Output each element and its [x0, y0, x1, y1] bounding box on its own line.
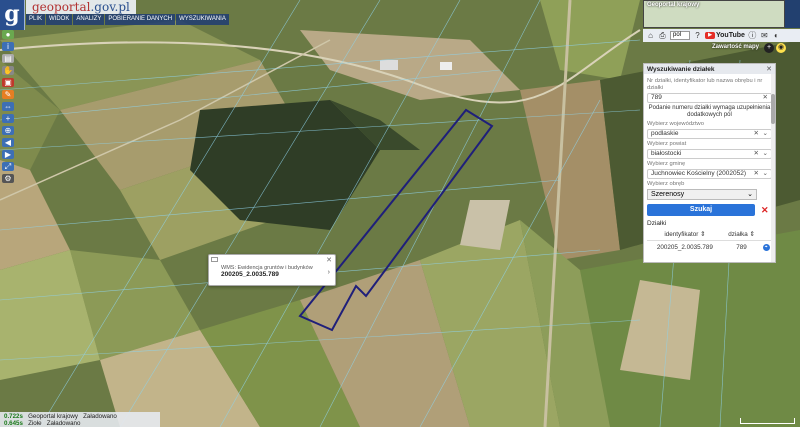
- clear-icon[interactable]: ✕: [754, 150, 759, 158]
- status-bar: 0.722s Geoportal krajowy Załadowano 0.64…: [0, 412, 160, 427]
- panel-title: Wyszukiwanie działek: [644, 64, 775, 74]
- column-dzialka-label: działka: [728, 231, 748, 238]
- popup-header: WMS: Ewidencja gruntów i budynków: [221, 265, 313, 271]
- clear-icon[interactable]: ✕: [763, 94, 768, 102]
- brand-part2: .gov.pl: [90, 0, 130, 14]
- geoportal-logo[interactable]: g: [0, 0, 25, 30]
- menu-wyszukiwania[interactable]: WYSZUKIWANIA: [176, 14, 229, 25]
- print-link-icon[interactable]: ⎙: [658, 31, 667, 40]
- menu-pobieranie-danych[interactable]: POBIERANIE DANYCH: [105, 14, 176, 25]
- info-icon[interactable]: i: [2, 42, 14, 51]
- chevron-down-icon[interactable]: ⌄: [747, 190, 753, 199]
- popup-value: 200205_2.0035.789: [221, 271, 279, 278]
- panel-scrollbar-thumb[interactable]: [771, 94, 775, 124]
- info-link-icon[interactable]: ⓘ: [748, 31, 757, 40]
- status-line-1: 0.722s Geoportal krajowy Załadowano: [4, 413, 156, 420]
- overview-minimap[interactable]: Geoportal krajowy: [643, 0, 785, 28]
- chevron-down-icon[interactable]: ⌄: [763, 170, 768, 178]
- print-icon[interactable]: ▣: [2, 78, 14, 87]
- status-time-1: 0.722s: [4, 413, 23, 420]
- powiat-value: białostocki: [651, 150, 682, 157]
- table-row[interactable]: 200205_2.0035.789 789 ⌖: [647, 241, 772, 254]
- home-icon[interactable]: ●: [2, 30, 14, 39]
- powiat-select[interactable]: białostocki ✕ ⌄: [647, 149, 772, 159]
- parcel-number-value: 789: [651, 94, 662, 101]
- zoom-in-icon[interactable]: +: [2, 114, 14, 123]
- status-name-1: Geoportal krajowy: [28, 413, 78, 420]
- close-icon[interactable]: ✕: [766, 65, 772, 73]
- clear-form-icon[interactable]: ✕: [761, 205, 769, 216]
- measure-icon[interactable]: ✎: [2, 90, 14, 99]
- chevron-down-icon[interactable]: ⌄: [763, 130, 768, 138]
- brand-title[interactable]: geoportal.gov.pl: [26, 0, 136, 14]
- language-select[interactable]: pol: [670, 31, 690, 40]
- clear-icon[interactable]: ✕: [754, 170, 759, 178]
- plus-icon[interactable]: +: [764, 43, 774, 53]
- map-contents-button[interactable]: Zawartość mapy: [712, 44, 759, 50]
- status-time-2: 0.645s: [4, 420, 23, 427]
- cell-dzialka: 789: [736, 243, 747, 251]
- minimap-side-panel: [785, 0, 800, 28]
- chevron-down-icon[interactable]: ⌄: [763, 150, 768, 158]
- gmina-select[interactable]: Juchnowiec Kościelny (2002052) ✕ ⌄: [647, 169, 772, 179]
- youtube-play-icon: ▶: [705, 32, 715, 39]
- layers-icon[interactable]: ▤: [2, 54, 14, 63]
- help-icon[interactable]: ?: [693, 31, 702, 40]
- column-identyfikator-label: identyfikator: [664, 231, 699, 238]
- results-table: identyfikator ⇕ działka ⇕ 200205_2.0035.…: [647, 229, 772, 253]
- wojewodztwo-select[interactable]: podlaskie ✕ ⌄: [647, 129, 772, 139]
- youtube-label: YouTube: [716, 32, 745, 39]
- eye-icon[interactable]: ◉: [776, 43, 786, 53]
- cell-identyfikator: 200205_2.0035.789: [656, 243, 713, 251]
- pan-icon[interactable]: ✋: [2, 66, 14, 75]
- forward-icon[interactable]: ▶: [2, 150, 14, 159]
- youtube-link[interactable]: ▶ YouTube: [705, 32, 745, 39]
- scale-bar: [740, 418, 795, 424]
- collapse-icons: + ◉: [764, 43, 786, 53]
- status-line-2: 0.645s Ziołe Załadowano: [4, 420, 156, 427]
- chevron-right-icon[interactable]: ›: [328, 269, 330, 276]
- gmina-value: Juchnowiec Kościelny (2002052): [651, 170, 747, 177]
- left-toolbar: ● i ▤ ✋ ▣ ✎ ⇔ + ⊕ ◀ ▶ ⤢ ⚙: [2, 30, 15, 183]
- search-button[interactable]: Szukaj: [647, 204, 755, 216]
- menu-analizy[interactable]: ANALIZY: [73, 14, 105, 25]
- accessibility-icon[interactable]: ◐: [772, 31, 781, 40]
- menu-plik[interactable]: PLIK: [26, 14, 46, 25]
- status-state-2: Załadowano: [46, 420, 81, 427]
- fullscreen-icon[interactable]: ⤢: [2, 162, 14, 171]
- ruler-icon[interactable]: ⇔: [2, 102, 14, 111]
- obreb-label: Wybierz obręb: [647, 181, 685, 187]
- contact-icon[interactable]: ✉: [760, 31, 769, 40]
- menu-widok[interactable]: WIDOK: [46, 14, 73, 25]
- brand-part1: geoportal: [32, 0, 91, 14]
- powiat-label: Wybierz powiat: [647, 141, 687, 147]
- status-name-2: Ziołe: [28, 420, 42, 427]
- wojewodztwo-label: Wybierz województwo: [647, 121, 704, 127]
- status-state-1: Załadowano: [83, 413, 117, 420]
- obreb-select[interactable]: Szerenosy ⌄: [647, 189, 757, 200]
- column-dzialka[interactable]: działka ⇕: [722, 229, 761, 241]
- parcel-note: Podanie numeru działki wymaga uzupełnien…: [648, 105, 771, 118]
- obreb-value: Szerenosy: [651, 191, 685, 198]
- minimap-label: Geoportal krajowy: [647, 2, 700, 8]
- wojewodztwo-value: podlaskie: [651, 130, 679, 137]
- locate-icon[interactable]: ⌖: [762, 244, 770, 251]
- parcel-number-input[interactable]: 789 ✕: [647, 93, 772, 103]
- parcel-search-panel: Wyszukiwanie działek ✕ Nr działki, ident…: [643, 63, 776, 263]
- close-icon[interactable]: ✕: [326, 256, 332, 264]
- minimize-icon[interactable]: [211, 257, 218, 262]
- home-link-icon[interactable]: ⌂: [646, 31, 655, 40]
- zoom-box-icon[interactable]: ⊕: [2, 126, 14, 135]
- link-bar: ⌂ ⎙ pol ? ▶ YouTube ⓘ ✉ ◐: [643, 29, 800, 42]
- back-icon[interactable]: ◀: [2, 138, 14, 147]
- gmina-label: Wybierz gminę: [647, 161, 686, 167]
- column-identyfikator[interactable]: identyfikator ⇕: [647, 229, 723, 241]
- parcel-input-label: Nr działki, identyfikator lub nazwa obrę…: [647, 78, 763, 91]
- parcel-info-popup: ✕ WMS: Ewidencja gruntów i budynków 2002…: [208, 254, 336, 286]
- panel-scrollbar[interactable]: [771, 74, 775, 262]
- clear-icon[interactable]: ✕: [754, 130, 759, 138]
- settings-icon[interactable]: ⚙: [2, 174, 14, 183]
- results-label: Działki: [647, 220, 667, 227]
- top-menu: PLIK WIDOK ANALIZY POBIERANIE DANYCH WYS…: [26, 14, 229, 25]
